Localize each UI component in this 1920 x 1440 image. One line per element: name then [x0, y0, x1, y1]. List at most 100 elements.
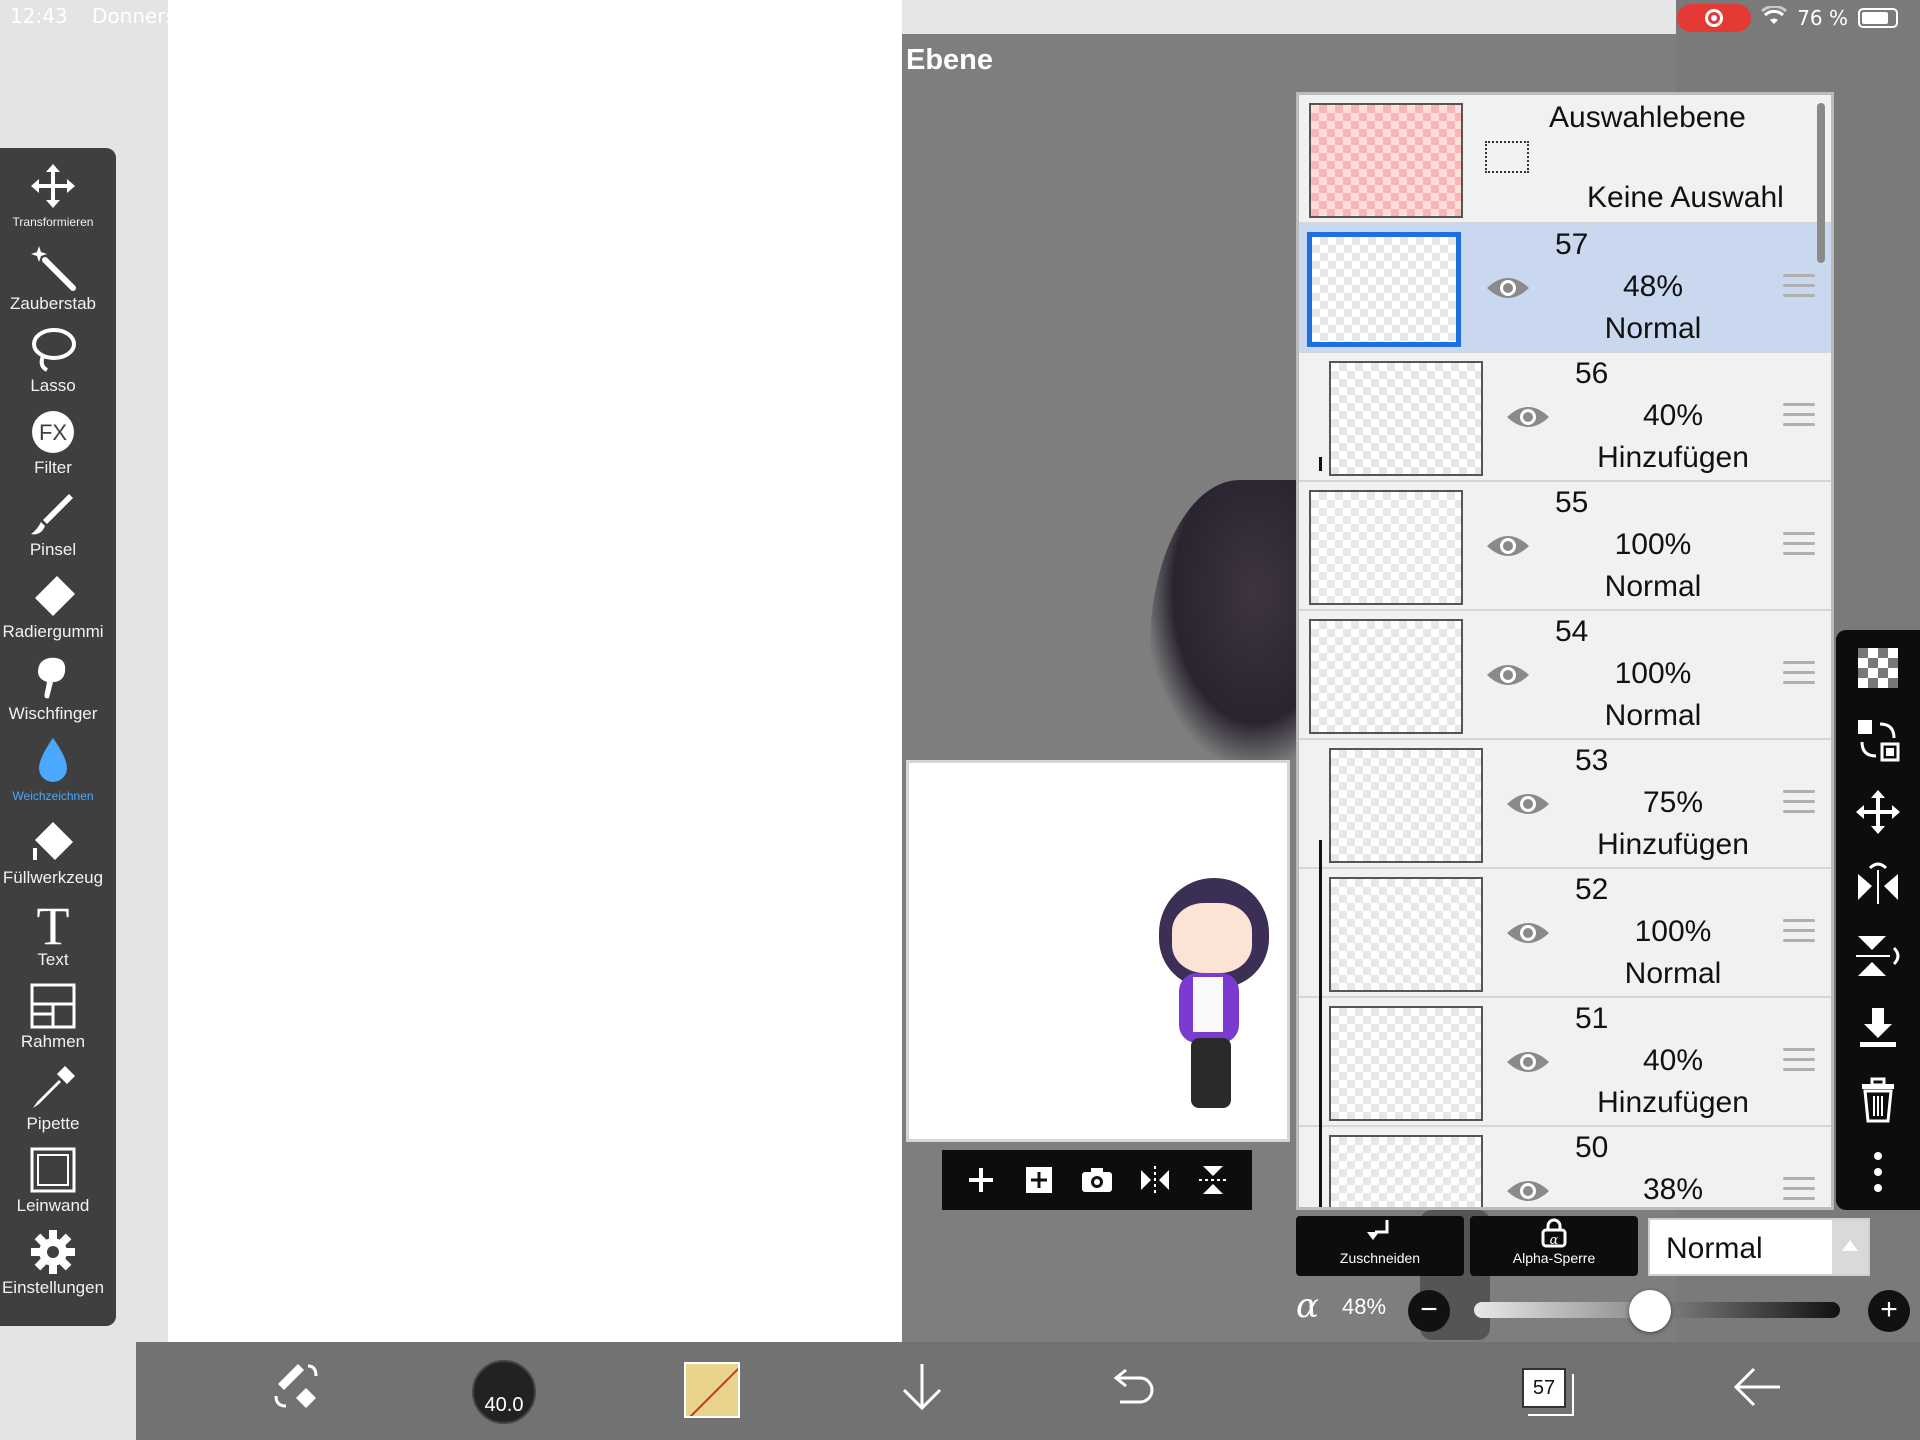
drag-handle-icon[interactable]	[1783, 661, 1815, 687]
tool-transform[interactable]: Transformieren	[0, 158, 106, 240]
blend-mode-select[interactable]: Normal	[1648, 1218, 1870, 1276]
tool-label: Füllwerkzeug	[2, 868, 104, 887]
brush-eraser-swap-icon	[274, 1364, 318, 1408]
tool-label: Einstellungen	[1, 1278, 105, 1297]
camera-button[interactable]	[1077, 1160, 1117, 1200]
eye-icon[interactable]	[1485, 530, 1531, 562]
eye-icon[interactable]	[1505, 917, 1551, 949]
layer-list[interactable]: Auswahlebene Keine Auswahl 57 48% Normal…	[1296, 92, 1834, 1210]
arrow-down-icon	[902, 1364, 942, 1411]
eye-icon[interactable]	[1505, 788, 1551, 820]
selection-marquee-icon	[1485, 141, 1529, 173]
frame-icon	[0, 982, 106, 1032]
more-options-button[interactable]	[1854, 1148, 1902, 1196]
clipping-indicator	[1319, 840, 1322, 869]
layer-row[interactable]: 57 48% Normal	[1299, 224, 1831, 353]
flip-horizontal-layer-button[interactable]	[1854, 860, 1902, 908]
delete-layer-button[interactable]	[1854, 1076, 1902, 1124]
layer-row[interactable]: 54 100% Normal	[1299, 611, 1831, 740]
layer-row[interactable]: 53 75% Hinzufügen	[1299, 740, 1831, 869]
tool-text[interactable]: T Text	[0, 896, 106, 978]
layer-thumbnail	[1309, 619, 1463, 734]
tool-label: Transformieren	[12, 215, 94, 229]
eye-icon[interactable]	[1485, 659, 1531, 691]
tool-canvas[interactable]: Leinwand	[0, 1142, 106, 1224]
tool-smudge[interactable]: Wischfinger	[0, 650, 106, 732]
eye-icon[interactable]	[1485, 272, 1531, 304]
tool-eraser[interactable]: Radiergummi	[0, 568, 106, 650]
tool-label: Leinwand	[16, 1196, 90, 1215]
minus-icon: −	[1420, 1293, 1438, 1326]
quick-tool-switch-button[interactable]	[268, 1360, 322, 1419]
add-layer-button[interactable]	[961, 1160, 1001, 1200]
selection-layer-status: Keine Auswahl	[1587, 181, 1784, 214]
drag-handle-icon[interactable]	[1783, 790, 1815, 816]
magic-wand-icon	[0, 244, 106, 294]
selection-layer-row[interactable]: Auswahlebene Keine Auswahl	[1299, 95, 1831, 224]
tool-brush[interactable]: Pinsel	[0, 486, 106, 568]
lock-icon: α	[1470, 1218, 1638, 1250]
opacity-decrease-button[interactable]: −	[1408, 1290, 1450, 1332]
brush-size-indicator[interactable]: 40.0	[472, 1360, 536, 1424]
eye-icon[interactable]	[1505, 401, 1551, 433]
screen-record-icon[interactable]	[1677, 4, 1752, 32]
opacity-increase-button[interactable]: +	[1868, 1290, 1910, 1332]
tool-frame[interactable]: Rahmen	[0, 978, 106, 1060]
transparent-background-button[interactable]	[1854, 644, 1902, 692]
layer-row[interactable]: 56 40% Hinzufügen	[1299, 353, 1831, 482]
merge-selection-button[interactable]	[1854, 716, 1902, 764]
brush-icon	[0, 490, 106, 540]
tool-fill[interactable]: Füllwerkzeug	[0, 814, 106, 896]
drag-handle-icon[interactable]	[1783, 274, 1815, 300]
move-layer-button[interactable]	[1854, 788, 1902, 836]
flip-horizontal-button[interactable]	[1135, 1160, 1175, 1200]
drag-handle-icon[interactable]	[1783, 532, 1815, 558]
layer-blend-mode: Normal	[1604, 570, 1702, 603]
undo-button[interactable]	[1104, 1360, 1158, 1419]
layer-list-scrollbar[interactable]	[1817, 103, 1825, 263]
merge-down-button[interactable]	[1854, 1004, 1902, 1052]
opacity-slider-knob[interactable]	[1628, 1290, 1671, 1332]
opacity-value: 48%	[1342, 1294, 1387, 1319]
layer-row[interactable]: 52 100% Normal	[1299, 869, 1831, 998]
alpha-lock-button[interactable]: α Alpha-Sperre	[1470, 1216, 1638, 1276]
scroll-down-button[interactable]	[896, 1360, 948, 1419]
gear-icon	[0, 1228, 106, 1278]
flip-vertical-layer-button[interactable]	[1854, 932, 1902, 980]
checkerboard-icon	[1858, 648, 1898, 688]
add-copy-layer-button[interactable]	[1019, 1160, 1059, 1200]
drag-handle-icon[interactable]	[1783, 1048, 1815, 1074]
layer-blend-mode: Hinzufügen	[1597, 441, 1749, 474]
clipping-button[interactable]: Zuschneiden	[1296, 1216, 1464, 1276]
drag-handle-icon[interactable]	[1783, 403, 1815, 429]
tool-filter[interactable]: FX Filter	[0, 404, 106, 486]
arrow-left-icon	[1733, 1367, 1780, 1407]
tool-lasso[interactable]: Lasso	[0, 322, 106, 404]
eye-icon[interactable]	[1505, 1175, 1551, 1207]
svg-text:FX: FX	[39, 420, 67, 445]
layer-number: 55	[1555, 486, 1589, 519]
smudge-icon	[0, 654, 106, 704]
status-day: Donners	[92, 4, 176, 28]
status-time: 12:43	[10, 4, 68, 28]
flip-vertical-button[interactable]	[1193, 1160, 1233, 1200]
layer-row[interactable]: 50 38%	[1299, 1127, 1831, 1207]
eye-icon[interactable]	[1505, 1046, 1551, 1078]
drag-handle-icon[interactable]	[1783, 919, 1815, 945]
layer-row[interactable]: 55 100% Normal	[1299, 482, 1831, 611]
drawing-canvas[interactable]	[168, 0, 902, 1342]
layers-button[interactable]: 57	[1522, 1368, 1574, 1416]
color-swatch[interactable]	[684, 1362, 740, 1418]
back-button[interactable]	[1730, 1360, 1784, 1419]
tool-blur[interactable]: Weichzeichnen	[0, 732, 106, 814]
drag-handle-icon[interactable]	[1783, 1177, 1815, 1203]
preview-character-shirt	[1193, 977, 1223, 1032]
tool-label: Rahmen	[20, 1032, 86, 1051]
layer-row[interactable]: 51 40% Hinzufügen	[1299, 998, 1831, 1127]
layer-thumbnail	[1309, 490, 1463, 605]
tool-magic-wand[interactable]: Zauberstab	[0, 240, 106, 322]
tool-settings[interactable]: Einstellungen	[0, 1224, 106, 1306]
canvas-preview[interactable]	[906, 760, 1290, 1142]
tool-eyedropper[interactable]: Pipette	[0, 1060, 106, 1142]
flip-horizontal-icon	[1858, 862, 1898, 904]
